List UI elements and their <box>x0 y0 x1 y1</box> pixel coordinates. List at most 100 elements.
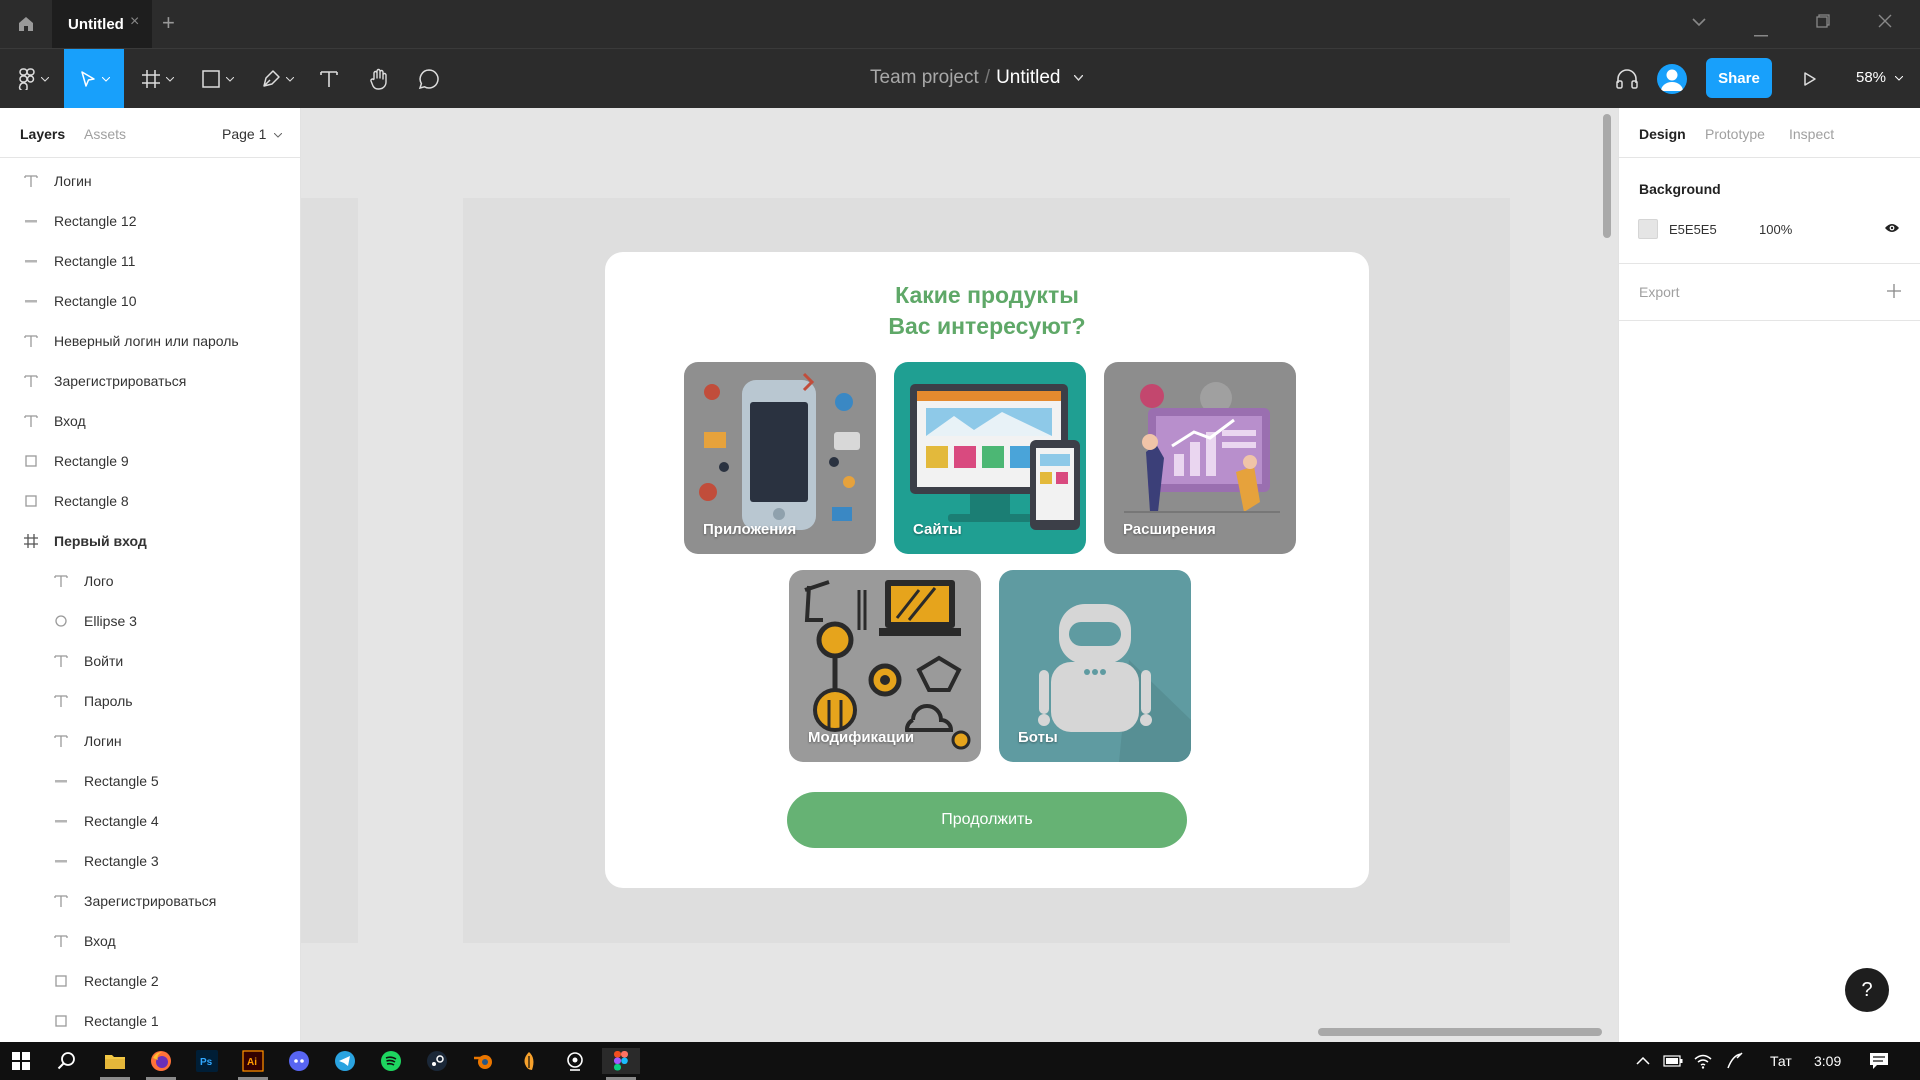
layer-row[interactable]: Зарегистрироваться <box>0 361 300 401</box>
layer-row[interactable]: Rectangle 8 <box>0 481 300 521</box>
layer-row[interactable]: Логин <box>0 721 300 761</box>
steam-icon[interactable] <box>424 1048 450 1074</box>
text-tool-button[interactable] <box>314 49 344 109</box>
layer-row[interactable]: Rectangle 1 <box>0 1001 300 1041</box>
layer-row[interactable]: Зарегистрироваться <box>0 881 300 921</box>
layer-row[interactable]: Rectangle 3 <box>0 841 300 881</box>
frame-partial[interactable] <box>301 198 358 943</box>
figma-taskbar-icon[interactable] <box>602 1048 640 1074</box>
product-selection-card[interactable]: Какие продукты Вас интересуют? Приложени… <box>605 252 1369 888</box>
firefox-icon[interactable] <box>148 1048 174 1074</box>
search-icon[interactable] <box>54 1048 80 1074</box>
layer-label: Пароль <box>84 693 133 709</box>
tile-mods[interactable]: Модификации <box>789 570 981 762</box>
tab-assets[interactable]: Assets <box>84 126 126 142</box>
page-label: Page 1 <box>222 126 267 142</box>
chevron-down-icon <box>273 132 283 138</box>
notifications-icon[interactable] <box>1866 1048 1892 1074</box>
background-color-swatch[interactable] <box>1638 219 1658 239</box>
language-indicator[interactable]: Тат <box>1770 1053 1792 1069</box>
file-tab[interactable]: Untitled × <box>52 0 152 48</box>
comment-tool-button[interactable] <box>414 49 444 109</box>
page-selector[interactable]: Page 1 <box>222 126 283 142</box>
horizontal-scrollbar[interactable] <box>1318 1028 1602 1036</box>
pen-ink-icon[interactable] <box>1722 1048 1748 1074</box>
main-menu-button[interactable] <box>10 49 56 109</box>
close-window-icon[interactable] <box>1878 14 1892 33</box>
file-explorer-icon[interactable] <box>102 1048 128 1074</box>
cursor-icon <box>80 71 95 87</box>
zoom-control[interactable]: 58% <box>1856 69 1904 86</box>
background-opacity-input[interactable]: 100% <box>1759 222 1792 237</box>
layer-row[interactable]: Rectangle 9 <box>0 441 300 481</box>
properties-panel: Design Prototype Inspect Background E5E5… <box>1618 108 1920 1042</box>
tab-inspect[interactable]: Inspect <box>1789 126 1834 142</box>
windows-start-icon[interactable] <box>8 1048 34 1074</box>
tile-extensions[interactable]: Расширения <box>1104 362 1296 554</box>
pen-tool-button[interactable] <box>254 49 300 109</box>
eye-icon[interactable] <box>1884 221 1900 239</box>
breadcrumb-project[interactable]: Team project <box>870 67 979 88</box>
close-tab-icon[interactable]: × <box>130 13 139 31</box>
layer-row[interactable]: Rectangle 4 <box>0 801 300 841</box>
layer-row[interactable]: Первый вход <box>0 521 300 561</box>
spotify-icon[interactable] <box>378 1048 404 1074</box>
present-button[interactable] <box>1800 49 1820 109</box>
new-tab-icon[interactable]: + <box>162 10 175 36</box>
telegram-icon[interactable] <box>332 1048 358 1074</box>
frame-tool-button[interactable] <box>134 49 180 109</box>
restore-icon[interactable] <box>1816 14 1830 33</box>
rectangle-layer-icon <box>52 972 70 990</box>
shape-tool-button[interactable] <box>194 49 240 109</box>
wifi-icon[interactable] <box>1690 1048 1716 1074</box>
add-export-icon[interactable] <box>1887 278 1901 304</box>
layer-row[interactable]: Rectangle 5 <box>0 761 300 801</box>
chevron-up-icon[interactable] <box>1630 1048 1656 1074</box>
avatar[interactable] <box>1657 64 1687 94</box>
battery-icon[interactable] <box>1660 1048 1686 1074</box>
tile-apps-label: Приложения <box>703 521 797 538</box>
discord-icon[interactable] <box>286 1048 312 1074</box>
canvas[interactable]: Какие продукты Вас интересуют? Приложени… <box>301 108 1618 1042</box>
tile-apps[interactable]: Приложения <box>684 362 876 554</box>
illustrator-icon[interactable]: Ai <box>240 1048 266 1074</box>
help-button[interactable]: ? <box>1845 968 1889 1012</box>
fl-studio-icon[interactable] <box>516 1048 542 1074</box>
layer-row[interactable]: Неверный логин или пароль <box>0 321 300 361</box>
tab-design[interactable]: Design <box>1639 126 1686 142</box>
photoshop-icon[interactable]: Ps <box>194 1048 220 1074</box>
layer-row[interactable]: Логин <box>0 161 300 201</box>
layer-row[interactable]: Вход <box>0 921 300 961</box>
tile-sites[interactable]: Сайты <box>894 362 1086 554</box>
layer-row[interactable]: Вход <box>0 401 300 441</box>
layer-row[interactable]: Лого <box>0 561 300 601</box>
tab-layers[interactable]: Layers <box>20 126 65 142</box>
home-icon[interactable] <box>14 12 38 36</box>
chevron-down-icon[interactable] <box>1073 74 1084 82</box>
audio-button[interactable] <box>1612 49 1642 109</box>
share-button[interactable]: Share <box>1706 58 1772 98</box>
layer-row[interactable]: Rectangle 11 <box>0 241 300 281</box>
layer-row[interactable]: Пароль <box>0 681 300 721</box>
clock[interactable]: 3:09 <box>1814 1053 1841 1069</box>
layer-row[interactable]: Ellipse 3 <box>0 601 300 641</box>
blender-icon[interactable] <box>470 1048 496 1074</box>
tab-prototype[interactable]: Prototype <box>1705 126 1765 142</box>
webcam-app-icon[interactable] <box>562 1048 588 1074</box>
vertical-scrollbar[interactable] <box>1603 114 1611 238</box>
toolbar: Team project / Untitled Share 58% <box>0 48 1920 109</box>
layer-row[interactable]: Войти <box>0 641 300 681</box>
hand-tool-button[interactable] <box>364 49 394 109</box>
background-hex-input[interactable]: E5E5E5 <box>1669 222 1717 237</box>
chevron-down-icon[interactable] <box>1692 14 1706 32</box>
text-layer-icon <box>52 732 70 750</box>
layer-row[interactable]: Rectangle 2 <box>0 961 300 1001</box>
layer-row[interactable]: Rectangle 12 <box>0 201 300 241</box>
breadcrumb-file[interactable]: Untitled <box>996 67 1060 88</box>
continue-button[interactable]: Продолжить <box>787 792 1187 848</box>
layer-row[interactable]: Rectangle 10 <box>0 281 300 321</box>
move-tool-button[interactable] <box>64 49 124 109</box>
minimize-icon[interactable] <box>1754 24 1768 42</box>
tile-bots[interactable]: Боты <box>999 570 1191 762</box>
left-panel-tabs: Layers Assets Page 1 <box>0 108 300 158</box>
